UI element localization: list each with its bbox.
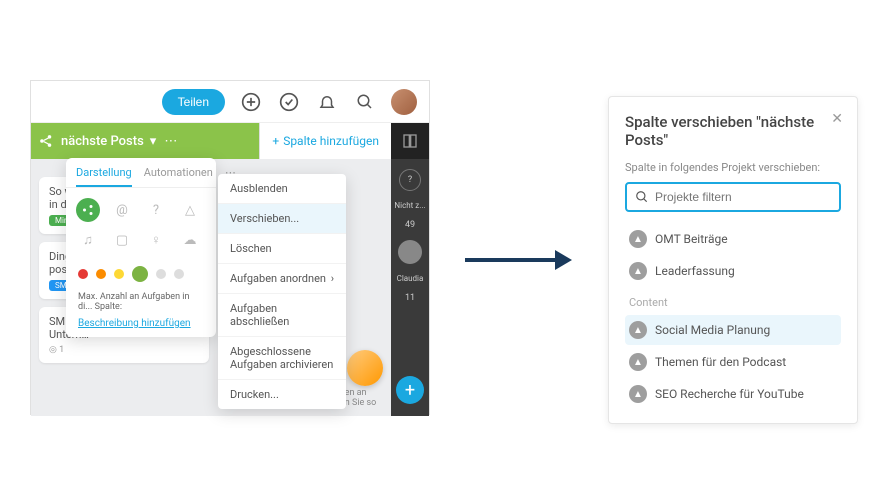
menu-print[interactable]: Drucken... (218, 380, 346, 409)
project-icon: ▲ (629, 262, 647, 280)
menu-label: Löschen (230, 242, 272, 255)
user1-label: Nicht z... (394, 201, 425, 210)
board-view-icon[interactable] (391, 123, 429, 159)
chevron-down-icon[interactable]: ▾ (150, 134, 157, 149)
tab-automation[interactable]: Automationen (144, 166, 213, 187)
menu-label: Ausblenden (230, 182, 288, 195)
user-avatar[interactable] (391, 89, 417, 115)
move-column-modal: ✕ Spalte verschieben "nächste Posts" Spa… (608, 96, 858, 424)
modal-subtitle: Spalte in folgendes Projekt verschieben: (625, 161, 841, 174)
project-icon: ▲ (629, 230, 647, 248)
filter-input-container (625, 182, 841, 212)
add-description-link[interactable]: Beschreibung hinzufügen (66, 318, 216, 329)
cloud-icon[interactable]: ☁ (178, 228, 202, 252)
color-green[interactable] (132, 266, 148, 282)
collaborator-avatar[interactable] (347, 350, 383, 386)
project-item[interactable]: ▲ Leaderfassung (625, 256, 841, 286)
menu-delete[interactable]: Löschen (218, 234, 346, 264)
project-name: Leaderfassung (655, 264, 735, 278)
modal-title: Spalte verschieben "nächste Posts" (625, 113, 841, 149)
project-list: ▲ OMT Beiträge ▲ Leaderfassung Content ▲… (625, 224, 841, 409)
music-icon[interactable]: ♫ (76, 228, 100, 252)
help-icon[interactable]: ? (399, 169, 421, 191)
menu-arrange[interactable]: Aufgaben anordnen › (218, 264, 346, 294)
menu-move[interactable]: Verschieben... (218, 204, 346, 234)
color-picker (66, 262, 216, 292)
add-fab[interactable]: + (396, 376, 424, 404)
menu-label: Verschieben... (230, 212, 299, 225)
share-button[interactable]: Teilen (162, 89, 225, 115)
help-icon[interactable]: ? (144, 198, 168, 222)
project-name: Themen für den Podcast (655, 355, 786, 369)
at-icon[interactable]: @ (110, 198, 134, 222)
color-orange[interactable] (96, 269, 106, 279)
menu-complete[interactable]: Aufgaben abschließen (218, 294, 346, 337)
warning-icon[interactable]: △ (178, 198, 202, 222)
square-icon[interactable]: ▢ (110, 228, 134, 252)
person-icon[interactable]: ♀ (144, 228, 168, 252)
menu-label: Drucken... (230, 388, 279, 401)
menu-label: Abgeschlossene Aufgaben archivieren (230, 345, 334, 371)
close-icon[interactable]: ✕ (831, 111, 843, 127)
menu-label: Aufgaben abschließen (230, 302, 334, 328)
project-item[interactable]: ▲ SEO Recherche für YouTube (625, 379, 841, 409)
topbar: Teilen (31, 81, 429, 123)
check-icon[interactable] (277, 90, 301, 114)
column-settings-popover: Darstellung Automationen ⋯ @ ? △ ♫ ▢ ♀ ☁… (66, 158, 216, 337)
project-item[interactable]: ▲ Social Media Planung (625, 315, 841, 345)
context-menu: Ausblenden Verschieben... Löschen Aufgab… (218, 174, 346, 409)
color-red[interactable] (78, 269, 88, 279)
color-grey[interactable] (174, 269, 184, 279)
color-yellow[interactable] (114, 269, 124, 279)
color-grey[interactable] (156, 269, 166, 279)
max-tasks-label: Max. Anzahl an Aufgaben in di... Spalte: (66, 292, 216, 318)
project-icon: ▲ (629, 353, 647, 371)
share-icon[interactable] (76, 198, 100, 222)
add-column-label: Spalte hinzufügen (283, 134, 379, 148)
popover-tabs: Darstellung Automationen ⋯ (66, 158, 216, 188)
user1-count: 49 (405, 220, 415, 230)
column-header[interactable]: nächste Posts ▾ ⋯ (31, 123, 259, 159)
search-icon (635, 190, 649, 204)
arrow-icon (460, 240, 580, 280)
menu-hide[interactable]: Ausblenden (218, 174, 346, 204)
menu-archive[interactable]: Abgeschlossene Aufgaben archivieren (218, 337, 346, 380)
project-icon: ▲ (629, 321, 647, 339)
add-icon[interactable] (239, 90, 263, 114)
more-icon[interactable]: ⋯ (164, 134, 177, 149)
activity-sidebar: ? Nicht z... 49 Claudia 11 + (391, 159, 429, 416)
project-name: OMT Beiträge (655, 232, 728, 246)
project-icon: ▲ (629, 385, 647, 403)
project-item[interactable]: ▲ OMT Beiträge (625, 224, 841, 254)
search-icon[interactable] (353, 90, 377, 114)
column-title: nächste Posts (61, 134, 144, 149)
user-avatar-small[interactable] (398, 240, 422, 264)
plus-icon: + (272, 134, 279, 148)
icon-picker: @ ? △ ♫ ▢ ♀ ☁ (66, 188, 216, 262)
filter-input[interactable] (655, 190, 831, 204)
group-label: Content (625, 288, 841, 313)
bell-icon[interactable] (315, 90, 339, 114)
menu-label: Aufgaben anordnen (230, 272, 326, 285)
user2-count: 11 (405, 293, 415, 303)
tab-display[interactable]: Darstellung (76, 166, 132, 187)
column-header-row: nächste Posts ▾ ⋯ + Spalte hinzufügen (31, 123, 429, 159)
card-count: ◎ 1 (49, 345, 199, 355)
add-column-button[interactable]: + Spalte hinzufügen (259, 123, 391, 159)
chevron-right-icon: › (331, 272, 334, 285)
project-item[interactable]: ▲ Themen für den Podcast (625, 347, 841, 377)
project-name: SEO Recherche für YouTube (655, 387, 804, 401)
project-name: Social Media Planung (655, 323, 770, 337)
user2-label: Claudia (397, 274, 424, 283)
share-icon (39, 134, 53, 148)
